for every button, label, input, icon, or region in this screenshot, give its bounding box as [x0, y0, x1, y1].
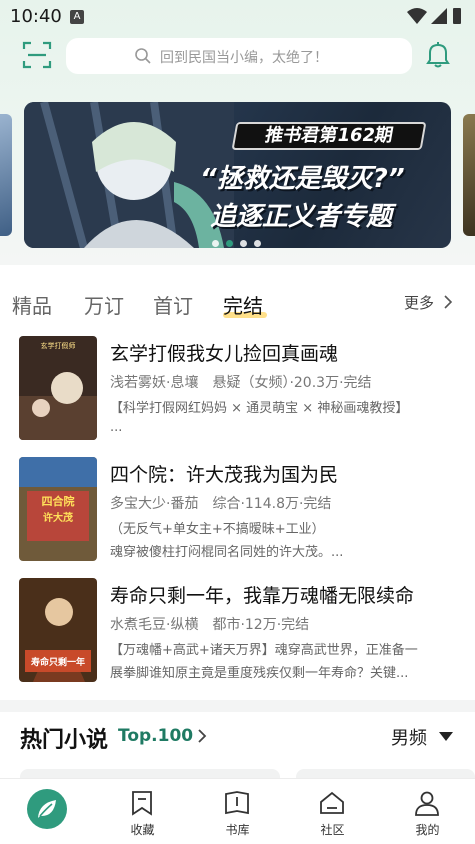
- book-title[interactable]: 四个院：许大茂我为国为民: [110, 460, 338, 487]
- nav-label: 社区: [320, 823, 345, 837]
- category-tabs: 精品 万订 首订 完结 更多: [0, 268, 475, 318]
- carousel-dot[interactable]: [240, 240, 247, 247]
- svg-text:许大茂: 许大茂: [43, 511, 73, 524]
- section-divider: [0, 700, 475, 712]
- book-meta: 水煮毛豆·纵横 都市·12万·完结: [110, 617, 310, 633]
- carousel-dots: [212, 240, 261, 248]
- signal-icon: [431, 8, 447, 24]
- carousel-dot-active[interactable]: [226, 240, 233, 247]
- search-input[interactable]: 回到民国当小编，太绝了！: [66, 38, 412, 74]
- tab-jingpin[interactable]: 精品: [12, 290, 52, 319]
- book-description: 【万魂幡+高武+诸天万界】魂穿高武世界，正准备一: [110, 643, 418, 658]
- bottom-navigation: 收藏 书库 社区 我的: [0, 778, 475, 844]
- status-bar: 10:40 A: [0, 0, 475, 32]
- carousel-dot[interactable]: [212, 240, 219, 247]
- nav-profile[interactable]: 我的: [380, 779, 475, 844]
- nav-library[interactable]: 书库: [190, 779, 285, 844]
- caret-down-icon[interactable]: [438, 730, 454, 742]
- status-time: 10:40: [10, 6, 62, 27]
- book-cover[interactable]: 四合院 许大茂: [19, 457, 97, 561]
- community-icon: [320, 791, 344, 814]
- gender-filter[interactable]: 男频: [391, 724, 427, 750]
- chevron-right-icon[interactable]: [442, 294, 454, 310]
- banner-badge: 推书君第162期: [231, 122, 427, 150]
- book-cover[interactable]: 玄学打假师: [19, 336, 97, 440]
- bookmark-icon: [132, 791, 152, 816]
- tab-shouding[interactable]: 首订: [153, 290, 193, 319]
- nav-community[interactable]: 社区: [285, 779, 380, 844]
- book-list-item[interactable]: 四合院 许大茂 四个院：许大茂我为国为民 多宝大少·番茄 综合·114.8万·完…: [0, 457, 475, 569]
- book-description: （无反气+单女主+不搞暧昧+工业）: [110, 522, 325, 537]
- banner-prev-peek[interactable]: [0, 114, 12, 236]
- nav-bookmarks[interactable]: 收藏: [95, 779, 190, 844]
- search-placeholder: 回到民国当小编，太绝了！: [160, 50, 328, 66]
- battery-icon: [453, 8, 461, 24]
- library-icon: [225, 791, 249, 815]
- banner-subheadline: 追逐正义者专题: [210, 202, 393, 232]
- nav-home[interactable]: [0, 779, 95, 844]
- tab-wanding[interactable]: 万订: [84, 290, 124, 319]
- wifi-icon: [407, 8, 427, 24]
- book-description-more: ...: [110, 420, 123, 435]
- banner-next-peek[interactable]: [463, 114, 475, 236]
- book-meta: 浅若雾妖·息壤 悬疑（女频）·20.3万·完结: [110, 375, 372, 391]
- book-description-more: 展拳脚谁知原主竟是重度残疾仅剩一年寿命？关键...: [110, 666, 409, 681]
- book-title[interactable]: 寿命只剩一年，我靠万魂幡无限续命: [110, 581, 414, 608]
- book-meta: 多宝大少·番茄 综合·114.8万·完结: [110, 496, 332, 512]
- search-icon: [135, 48, 151, 64]
- hot-novels-title: 热门小说: [20, 728, 109, 753]
- banner-slide[interactable]: 推书君第162期 “拯救还是毁灭?” 追逐正义者专题: [24, 102, 451, 248]
- svg-text:寿命只剩一年: 寿命只剩一年: [31, 656, 85, 668]
- nav-label: 我的: [415, 823, 440, 837]
- bell-icon[interactable]: [424, 40, 452, 70]
- profile-icon: [415, 791, 439, 816]
- notification-badge: A: [70, 10, 84, 24]
- carousel-dot[interactable]: [254, 240, 261, 247]
- more-link[interactable]: 更多: [404, 292, 434, 313]
- scan-icon[interactable]: [22, 40, 52, 70]
- book-list-item[interactable]: 玄学打假师 玄学打假我女儿捡回真画魂 浅若雾妖·息壤 悬疑（女频）·20.3万·…: [0, 336, 475, 448]
- leaf-icon: [38, 800, 56, 818]
- banner-headline: “拯救还是毁灭?”: [200, 164, 405, 194]
- book-description-more: 魂穿被傻柱打闷棍同名同姓的许大茂。...: [110, 545, 344, 560]
- tab-wanjie[interactable]: 完结: [223, 290, 263, 319]
- book-description: 【科学打假网红妈妈 × 通灵萌宝 × 神秘画魂教授】: [110, 401, 409, 416]
- svg-text:四合院: 四合院: [42, 494, 75, 508]
- banner-carousel[interactable]: 推书君第162期 “拯救还是毁灭?” 追逐正义者专题: [0, 102, 475, 248]
- chevron-right-icon[interactable]: [196, 728, 208, 744]
- nav-label: 收藏: [130, 823, 155, 837]
- status-icons: [407, 8, 461, 24]
- book-list-item[interactable]: 寿命只剩一年 寿命只剩一年，我靠万魂幡无限续命 水煮毛豆·纵横 都市·12万·完…: [0, 578, 475, 690]
- book-title[interactable]: 玄学打假我女儿捡回真画魂: [110, 339, 338, 366]
- book-cover[interactable]: 寿命只剩一年: [19, 578, 97, 682]
- top100-link[interactable]: Top.100: [118, 726, 193, 746]
- svg-text:玄学打假师: 玄学打假师: [41, 341, 76, 350]
- nav-label: 书库: [225, 823, 250, 837]
